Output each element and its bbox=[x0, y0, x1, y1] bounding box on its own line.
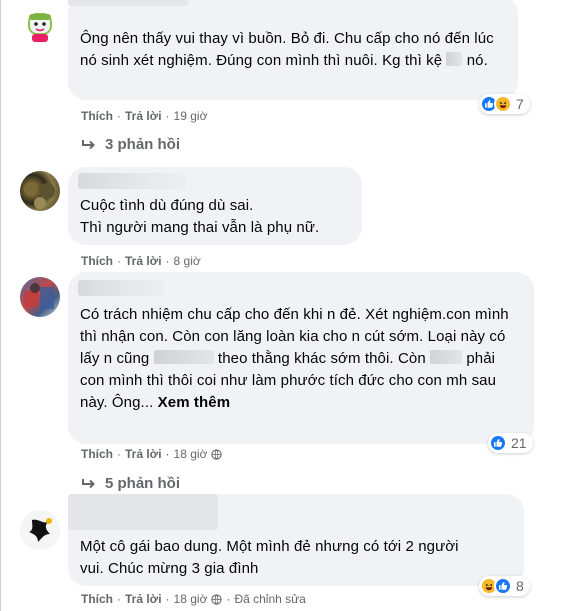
reply-arrow-icon bbox=[82, 478, 95, 488]
comment-text: Một cô gái bao dung. Một mình đẻ nhưng c… bbox=[80, 538, 459, 577]
reply-button[interactable]: Trả lời bbox=[125, 447, 162, 461]
reactions-summary[interactable]: 8 bbox=[479, 576, 530, 596]
like-button[interactable]: Thích bbox=[81, 254, 113, 268]
timestamp[interactable]: 19 giờ bbox=[174, 109, 208, 123]
comment-bubble: Một cô gái bao dung. Một mình đẻ nhưng c… bbox=[68, 494, 524, 586]
avatar-photo-icon bbox=[24, 182, 55, 209]
globe-icon bbox=[211, 448, 223, 460]
like-button[interactable]: Thích bbox=[81, 592, 113, 606]
avatar[interactable] bbox=[20, 4, 60, 44]
timestamp[interactable]: 8 giờ bbox=[174, 254, 201, 268]
haha-icon bbox=[494, 95, 512, 113]
author-name-redacted[interactable] bbox=[78, 280, 164, 296]
comment-bubble: Cuộc tình dù đúng dù sai. Thì người mang… bbox=[68, 167, 362, 245]
like-icon bbox=[489, 434, 507, 452]
comment-bubble: Ông nên thấy vui thay vì buồn. Bỏ đi. Ch… bbox=[68, 0, 518, 100]
avatar-cartoon-icon bbox=[20, 4, 60, 44]
redaction-mask bbox=[153, 350, 214, 364]
comment-text: Có trách nhiệm chu cấp cho đến khi n đẻ.… bbox=[80, 306, 509, 411]
redaction-mask bbox=[430, 350, 463, 364]
comment-bubble: Có trách nhiệm chu cấp cho đến khi n đẻ.… bbox=[68, 272, 534, 444]
reply-button[interactable]: Trả lời bbox=[125, 592, 162, 606]
reply-button[interactable]: Trả lời bbox=[125, 254, 162, 268]
reactions-summary[interactable]: 21 bbox=[488, 433, 533, 453]
view-replies-button[interactable]: 5 phản hồi bbox=[81, 475, 180, 492]
avatar-silhouette-icon bbox=[20, 510, 60, 550]
comment-actions: Thích · Trả lời · 18 giờ bbox=[81, 447, 223, 461]
timestamp[interactable]: 18 giờ bbox=[174, 592, 208, 606]
edited-label[interactable]: Đã chỉnh sửa bbox=[234, 592, 305, 606]
avatar[interactable] bbox=[20, 277, 60, 317]
like-button[interactable]: Thích bbox=[81, 109, 113, 123]
reactions-summary[interactable]: 7 bbox=[479, 94, 530, 114]
like-button[interactable]: Thích bbox=[81, 447, 113, 461]
comment-actions: Thích · Trả lời · 18 giờ · Đã chỉnh sửa bbox=[81, 592, 306, 606]
comment-actions: Thích · Trả lời · 8 giờ bbox=[81, 254, 201, 268]
author-name-redacted[interactable] bbox=[78, 173, 186, 189]
redaction-mask bbox=[446, 52, 463, 66]
like-icon bbox=[494, 577, 512, 595]
avatar-photo-icon bbox=[24, 283, 54, 309]
see-more-link[interactable]: Xem thêm bbox=[158, 394, 231, 411]
avatar[interactable] bbox=[20, 171, 60, 211]
comment-text: Ông nên thấy vui thay vì buồn. Bỏ đi. Ch… bbox=[80, 30, 494, 69]
author-name-redacted[interactable] bbox=[68, 0, 188, 6]
reply-button[interactable]: Trả lời bbox=[125, 109, 162, 123]
comment-actions: Thích · Trả lời · 19 giờ bbox=[81, 109, 208, 123]
comment-text: Cuộc tình dù đúng dù sai. Thì người mang… bbox=[80, 197, 320, 236]
timestamp[interactable]: 18 giờ bbox=[174, 447, 208, 461]
reply-arrow-icon bbox=[82, 139, 95, 149]
globe-icon bbox=[211, 593, 223, 605]
avatar[interactable] bbox=[20, 510, 60, 550]
author-name-redacted[interactable] bbox=[68, 494, 218, 530]
view-replies-button[interactable]: 3 phản hồi bbox=[81, 136, 180, 153]
